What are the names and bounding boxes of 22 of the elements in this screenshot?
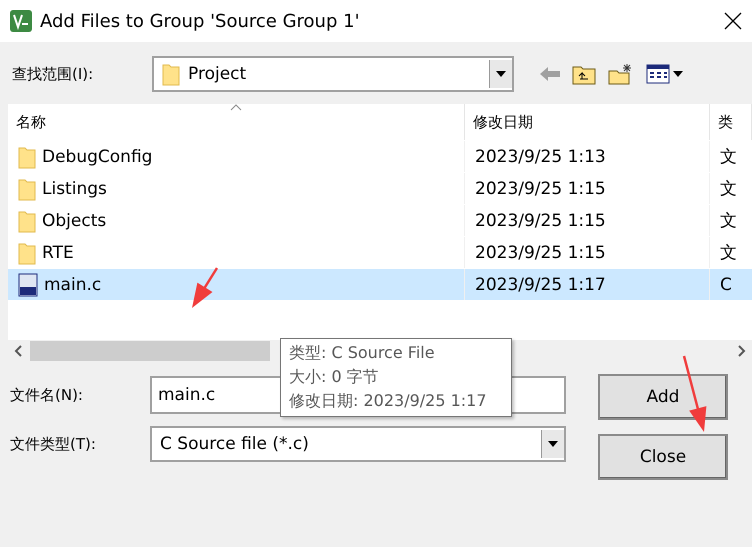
modified-date: 2023/9/25 1:15 bbox=[475, 210, 606, 230]
file-type: 文 bbox=[720, 146, 737, 168]
file-type: C bbox=[720, 274, 732, 294]
file-type: 文 bbox=[720, 178, 737, 200]
modified-date: 2023/9/25 1:13 bbox=[475, 146, 606, 166]
window-title: Add Files to Group 'Source Group 1' bbox=[40, 10, 361, 32]
file-type: 文 bbox=[720, 210, 737, 232]
file-name: Listings bbox=[42, 178, 107, 198]
file-type: 文 bbox=[720, 242, 737, 264]
file-name: RTE bbox=[42, 242, 74, 262]
file-name: main.c bbox=[44, 274, 102, 294]
file-type-label: 文件类型(T): bbox=[10, 434, 97, 454]
modified-date: 2023/9/25 1:17 bbox=[475, 274, 606, 294]
tooltip-line: 类型: C Source File bbox=[289, 343, 436, 364]
tooltip-line: 大小: 0 字节 bbox=[289, 367, 380, 388]
look-in-label: 查找范围(I): bbox=[12, 64, 94, 84]
modified-date: 2023/9/25 1:15 bbox=[475, 242, 606, 262]
file-name: DebugConfig bbox=[42, 146, 152, 166]
file-name: Objects bbox=[42, 210, 106, 230]
tooltip-line: 修改日期: 2023/9/25 1:17 bbox=[289, 391, 488, 412]
modified-date: 2023/9/25 1:15 bbox=[475, 178, 606, 198]
file-name-label: 文件名(N): bbox=[10, 386, 84, 404]
